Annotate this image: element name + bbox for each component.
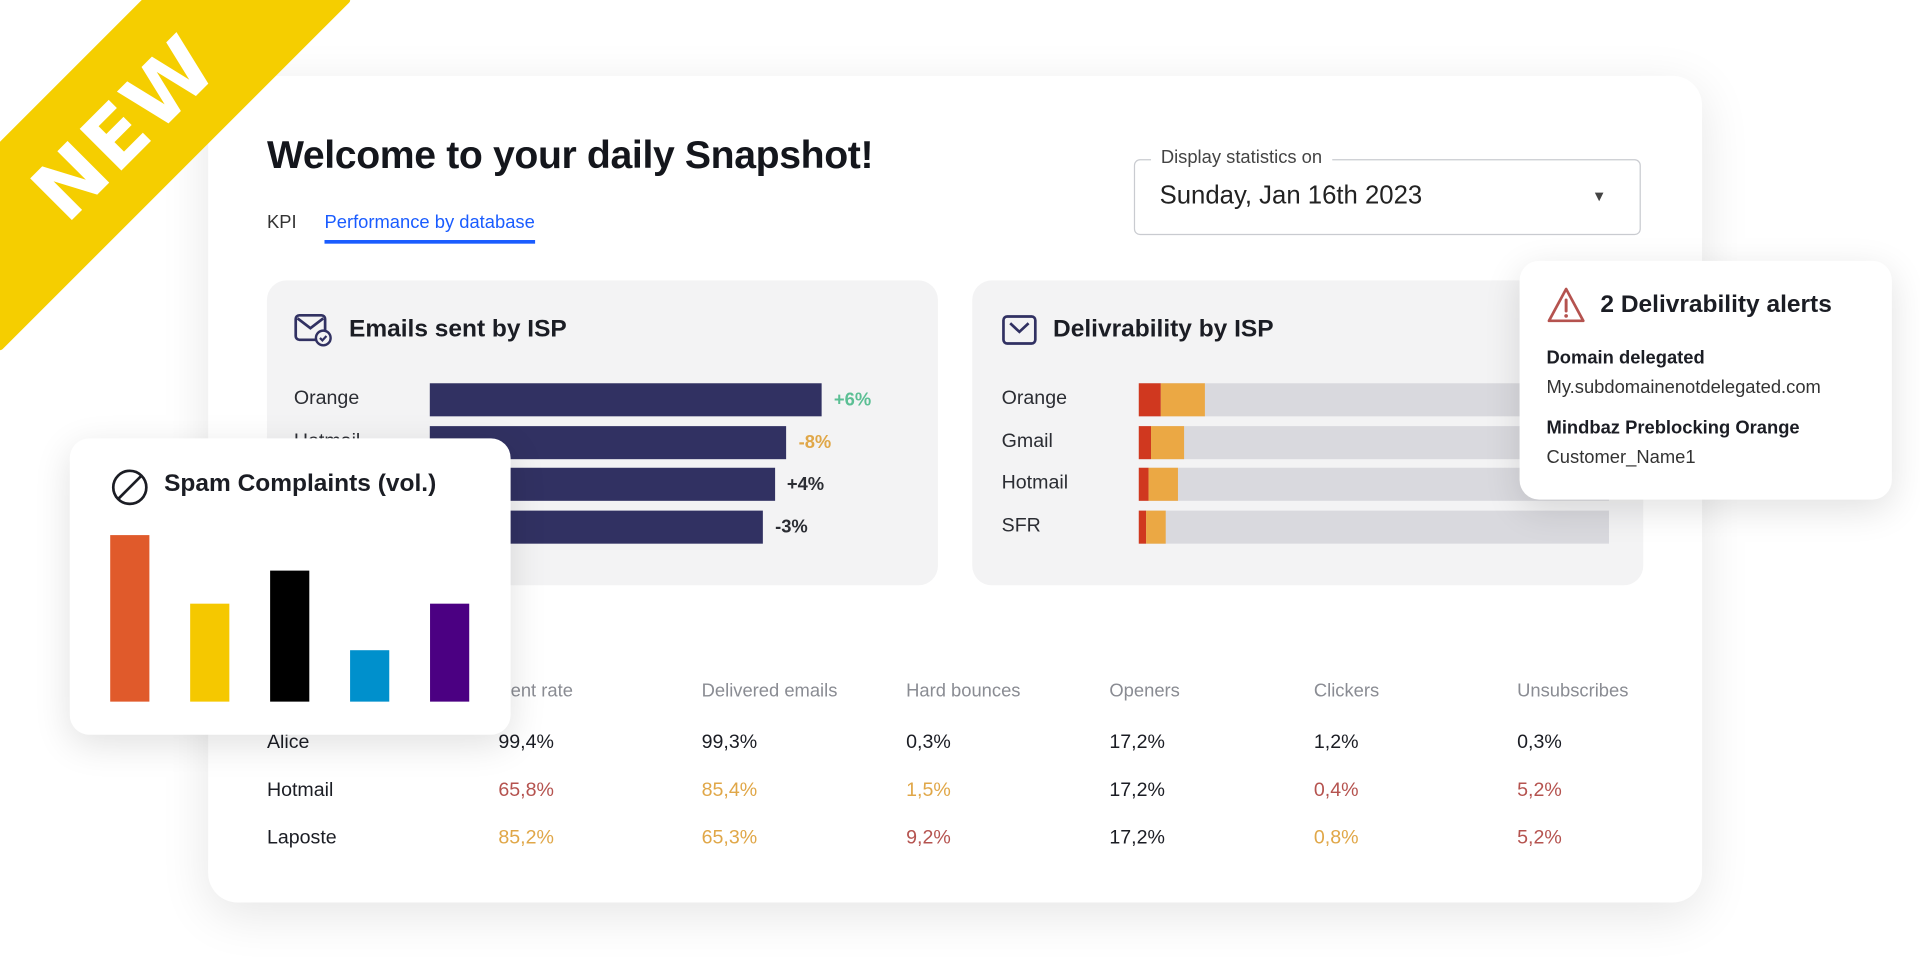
- alert-detail: Customer_Name1: [1546, 446, 1696, 468]
- caret-down-icon[interactable]: ▼: [1592, 187, 1607, 204]
- deliverability-title: Delivrability by ISP: [1053, 315, 1274, 343]
- table-cell: 85,4%: [701, 780, 758, 801]
- table-cell: 65,3%: [701, 827, 758, 849]
- warning-icon: [1547, 287, 1585, 323]
- tab-performance-by-database[interactable]: Performance by database: [324, 212, 535, 244]
- change-label: +6%: [833, 389, 872, 411]
- table-cell: 5,2%: [1517, 780, 1562, 801]
- deliverability-red-segment: [1138, 426, 1151, 460]
- emails-by-isp-title: Emails sent by ISP: [348, 315, 567, 343]
- table-cell: 0,8%: [1313, 827, 1359, 849]
- isp-label: Hotmail: [1001, 472, 1069, 494]
- row-name: Alice: [266, 732, 310, 754]
- deliverability-track: [1138, 510, 1609, 544]
- table-cell: 0,4%: [1313, 780, 1359, 801]
- column-header[interactable]: Clickers: [1314, 681, 1379, 702]
- column-header[interactable]: Unsubscribes: [1517, 681, 1628, 702]
- alert-title[interactable]: Mindbaz Preblocking Orange: [1547, 418, 1800, 439]
- deliverability-orange-segment: [1146, 510, 1167, 544]
- spam-complaints-chart: [110, 535, 470, 702]
- table-cell: 17,2%: [1109, 827, 1165, 849]
- table-cell: 99,4%: [498, 732, 554, 754]
- change-label: -8%: [798, 432, 832, 454]
- page-title: Welcome to your daily Snapshot!: [266, 132, 874, 177]
- stage: Welcome to your daily Snapshot! KPI Perf…: [0, 0, 1920, 980]
- emails-bar: [429, 383, 822, 417]
- isp-label: Gmail: [1001, 431, 1053, 452]
- alert-title[interactable]: Domain delegated: [1547, 348, 1705, 369]
- isp-label: Orange: [1001, 388, 1067, 409]
- table-cell: 1,5%: [906, 780, 951, 801]
- deliverability-orange-segment: [1150, 426, 1185, 460]
- deliverability-orange-segment: [1148, 467, 1179, 501]
- prohibited-icon: [111, 469, 148, 506]
- table-cell: 85,2%: [498, 827, 554, 849]
- table-cell: 17,2%: [1109, 780, 1165, 801]
- deliverability-red-segment: [1138, 510, 1147, 544]
- new-banner: NEW: [0, 0, 351, 351]
- date-select-legend: Display statistics on: [1151, 146, 1332, 168]
- spam-bar: [270, 570, 310, 702]
- spam-bar: [110, 535, 150, 702]
- deliverability-red-segment: [1138, 467, 1149, 501]
- deliverability-red-segment: [1138, 383, 1161, 417]
- column-header[interactable]: Hard bounces: [906, 681, 1020, 702]
- spam-bar: [430, 603, 470, 702]
- table-cell: 65,8%: [498, 780, 554, 801]
- deliverability-orange-segment: [1160, 383, 1206, 417]
- alerts-title: 2 Delivrability alerts: [1600, 291, 1832, 319]
- table-cell: 9,2%: [906, 827, 951, 849]
- mail-icon: [1002, 315, 1037, 345]
- row-name: Hotmail: [266, 780, 334, 801]
- alert-detail: My.subdomainenotdelegated.com: [1546, 377, 1821, 398]
- spam-complaints-title: Spam Complaints (vol.): [164, 470, 437, 498]
- table-cell: 17,2%: [1109, 732, 1165, 754]
- column-header[interactable]: Delivered emails: [702, 681, 838, 702]
- change-label: +4%: [786, 473, 825, 495]
- change-label: -3%: [775, 516, 808, 538]
- date-select-value[interactable]: Sunday, Jan 16th 2023: [1160, 181, 1423, 210]
- isp-label: SFR: [1001, 515, 1041, 537]
- spam-bar: [190, 603, 230, 702]
- column-header[interactable]: Openers: [1109, 681, 1179, 702]
- isp-label: Orange: [293, 388, 360, 409]
- table-cell: 0,3%: [906, 732, 951, 754]
- table-cell: 5,2%: [1517, 827, 1562, 849]
- spam-bar: [350, 650, 390, 702]
- table-cell: 99,3%: [701, 732, 758, 754]
- table-cell: 1,2%: [1313, 732, 1359, 754]
- table-cell: 0,3%: [1517, 732, 1562, 754]
- row-name: Laposte: [266, 827, 337, 849]
